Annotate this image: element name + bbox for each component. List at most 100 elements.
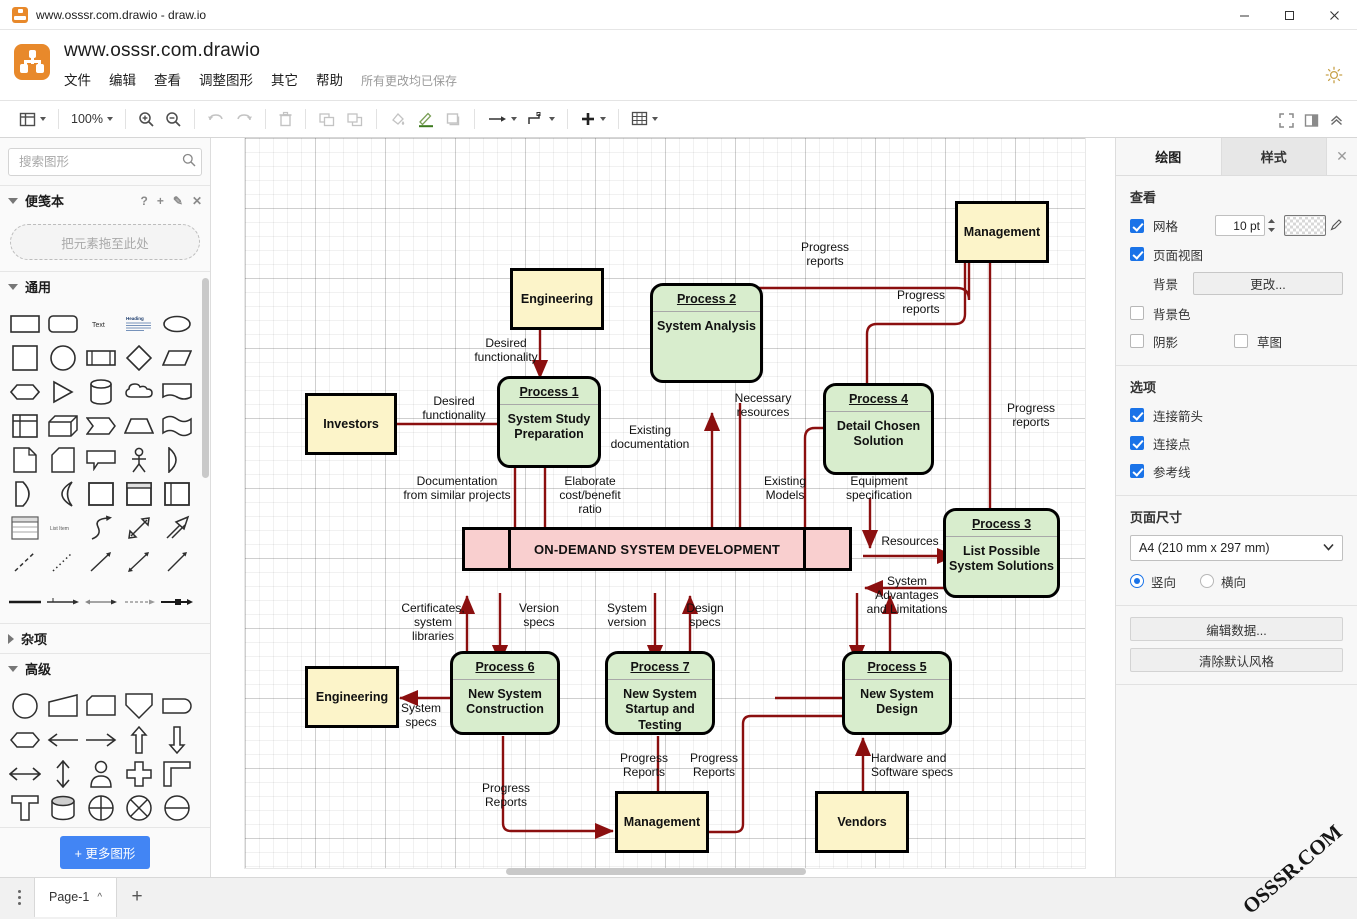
shape-delay[interactable]	[158, 443, 196, 477]
close-icon[interactable]: ✕	[192, 194, 202, 208]
shape-table[interactable]	[6, 511, 44, 545]
shape-process[interactable]	[82, 341, 120, 375]
central-process-bar[interactable]: ON-DEMAND SYSTEM DEVELOPMENT	[462, 527, 852, 571]
grid-size-stepper[interactable]: 10 pt	[1215, 215, 1343, 236]
shape-arrow-left[interactable]	[44, 723, 82, 757]
bring-to-front-button[interactable]	[313, 106, 341, 132]
shape-circle[interactable]	[44, 341, 82, 375]
shape-cube[interactable]	[44, 409, 82, 443]
shape-double-arrow-line[interactable]	[120, 545, 158, 579]
menu-help[interactable]: 帮助	[316, 69, 343, 89]
shape-window[interactable]	[120, 477, 158, 511]
process-7[interactable]: Process 7 New System Startup and Testing	[605, 651, 715, 735]
shape-cylinder[interactable]	[82, 375, 120, 409]
external-investors[interactable]: Investors	[305, 393, 397, 455]
tab-diagram[interactable]: 绘图	[1116, 138, 1222, 175]
shape-textbox[interactable]: Heading	[120, 307, 158, 341]
shape-dashed-connector[interactable]	[120, 585, 158, 619]
shape-arrow-up[interactable]	[120, 723, 158, 757]
shape-callout[interactable]	[82, 443, 120, 477]
menu-file[interactable]: 文件	[64, 69, 91, 89]
page-tab-page-1[interactable]: Page-1 ^	[34, 877, 118, 917]
process-6[interactable]: Process 6 New System Construction	[450, 651, 560, 735]
zoom-level-button[interactable]: 100%	[66, 106, 118, 132]
undo-button[interactable]	[202, 106, 230, 132]
shape-triangle[interactable]	[44, 375, 82, 409]
close-button[interactable]	[1312, 0, 1357, 30]
menu-edit[interactable]: 编辑	[109, 69, 136, 89]
shape-dashed-line[interactable]	[6, 545, 44, 579]
connection-arrow-button[interactable]	[482, 106, 522, 132]
sketch-checkbox[interactable]	[1234, 334, 1249, 348]
shape-hexagon[interactable]	[6, 375, 44, 409]
shape-adv-trapezoid[interactable]	[44, 689, 82, 723]
file-name[interactable]: www.osssr.com.drawio	[64, 40, 457, 62]
stepper-arrows-icon[interactable]	[1265, 215, 1278, 236]
shape-list-item[interactable]: List Item	[44, 511, 82, 545]
eyedropper-icon[interactable]	[1330, 218, 1343, 234]
shape-card[interactable]	[44, 443, 82, 477]
process-5[interactable]: Process 5 New System Design	[842, 651, 952, 735]
shape-adv-rounded-end[interactable]	[158, 689, 196, 723]
shape-plain-connector[interactable]	[6, 585, 44, 619]
external-engineering-top[interactable]: Engineering	[510, 268, 604, 330]
shape-database[interactable]	[44, 791, 82, 825]
shape-ellipse[interactable]	[158, 307, 196, 341]
connection-points-checkbox[interactable]	[1130, 436, 1144, 450]
shape-container[interactable]	[82, 477, 120, 511]
shadow-checkbox[interactable]	[1130, 334, 1144, 348]
shape-adv-circle[interactable]	[6, 689, 44, 723]
grid-checkbox[interactable]	[1130, 218, 1144, 233]
shape-corner[interactable]	[158, 757, 196, 791]
diagram-canvas[interactable]: Investors Engineering Management Enginee…	[211, 138, 1115, 877]
process-2[interactable]: Process 2 System Analysis	[650, 283, 763, 383]
shape-bidirectional-arrow[interactable]	[120, 511, 158, 545]
view-layout-button[interactable]	[14, 106, 51, 132]
shadow-button[interactable]	[440, 106, 467, 132]
more-shapes-button[interactable]: + 更多图形	[59, 836, 151, 869]
shape-parallelogram[interactable]	[158, 341, 196, 375]
orientation-landscape-radio[interactable]	[1200, 574, 1215, 588]
shape-adv-shield[interactable]	[120, 689, 158, 723]
shape-internal-storage[interactable]	[6, 409, 44, 443]
external-vendors[interactable]: Vendors	[815, 791, 909, 853]
shape-text[interactable]: Text	[82, 307, 120, 341]
orientation-portrait-radio[interactable]	[1130, 574, 1144, 588]
shape-adv-cut-corner[interactable]	[82, 689, 120, 723]
shape-arc[interactable]	[44, 477, 82, 511]
menu-arrange[interactable]: 调整图形	[199, 69, 253, 89]
zoom-in-button[interactable]	[133, 106, 160, 132]
shape-trapezoid[interactable]	[120, 409, 158, 443]
search-icon[interactable]	[182, 153, 196, 172]
shape-step[interactable]	[82, 409, 120, 443]
shape-diamond[interactable]	[120, 341, 158, 375]
minimize-button[interactable]	[1222, 0, 1267, 30]
shape-vertical-container[interactable]	[158, 477, 196, 511]
tab-style[interactable]: 样式	[1221, 138, 1327, 175]
help-icon[interactable]: ?	[141, 194, 148, 208]
shape-rounded-rectangle[interactable]	[44, 307, 82, 341]
insert-shape-button[interactable]	[575, 106, 611, 132]
line-color-button[interactable]	[412, 106, 440, 132]
shape-curved-arrow[interactable]	[82, 511, 120, 545]
shape-document[interactable]	[158, 375, 196, 409]
shape-note[interactable]	[6, 443, 44, 477]
canvas-horizontal-scrollbar[interactable]	[506, 868, 806, 875]
background-color-checkbox[interactable]	[1130, 306, 1144, 320]
shape-arrow-down[interactable]	[158, 723, 196, 757]
redo-button[interactable]	[230, 106, 258, 132]
delete-button[interactable]	[273, 106, 298, 132]
add-page-button[interactable]: +	[117, 886, 157, 908]
close-panel-icon[interactable]: ✕	[1327, 138, 1357, 175]
chevron-up-icon[interactable]: ^	[97, 892, 102, 903]
send-to-back-button[interactable]	[341, 106, 369, 132]
shape-connector-with-node[interactable]	[158, 585, 196, 619]
theme-toggle-icon[interactable]	[1325, 66, 1343, 84]
external-management-top[interactable]: Management	[955, 201, 1049, 263]
search-input[interactable]	[17, 154, 182, 170]
insert-table-button[interactable]	[626, 106, 663, 132]
grid-color-swatch[interactable]	[1284, 215, 1326, 236]
guides-checkbox[interactable]	[1130, 464, 1144, 478]
connection-arrows-checkbox[interactable]	[1130, 408, 1144, 422]
search-box[interactable]	[8, 148, 202, 176]
